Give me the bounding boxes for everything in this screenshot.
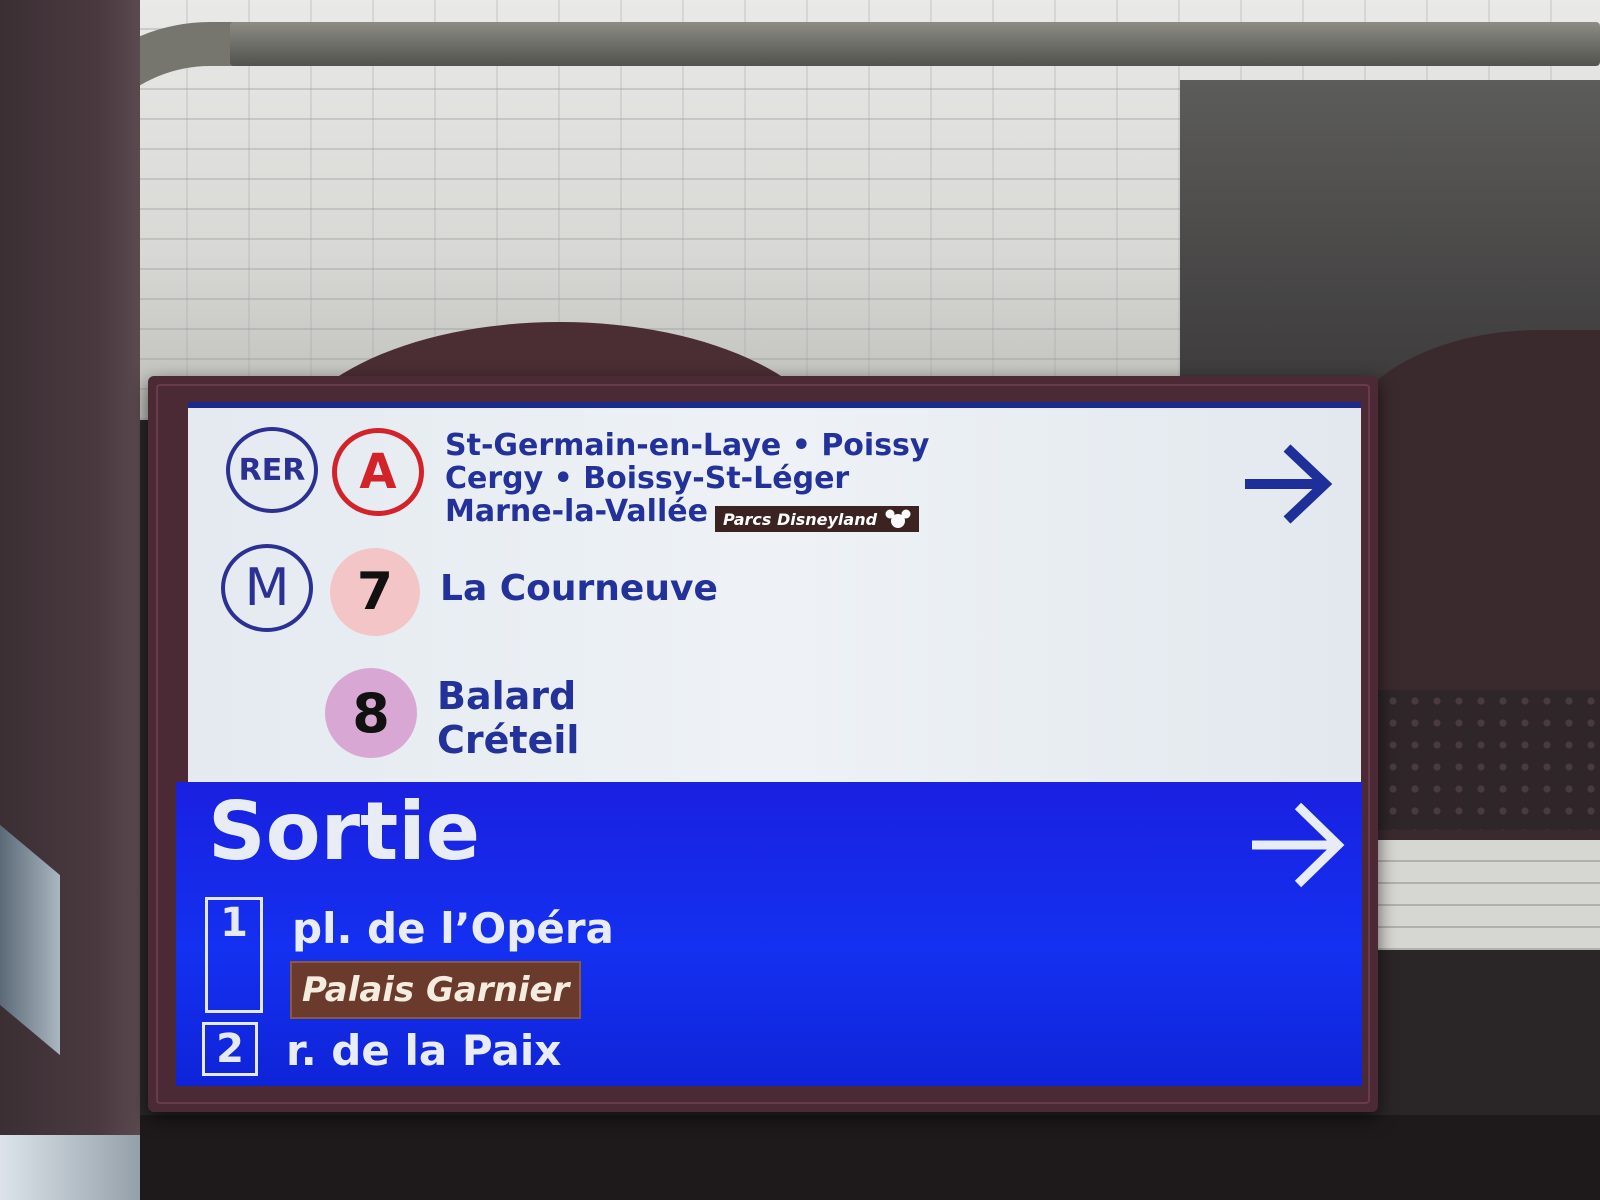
exit-number: 2: [216, 1026, 244, 1072]
disneyland-badge-label: Parcs Disneyland: [723, 509, 878, 529]
ceiling-pipe: [230, 22, 1600, 66]
riveted-beam: [1360, 690, 1600, 830]
metro-7-destination: La Courneuve: [440, 568, 718, 609]
sign-support: [140, 1115, 1600, 1200]
metro-line-8-number: 8: [352, 681, 390, 745]
rer-logo-label: RER: [238, 452, 306, 488]
fluorescent-light-bottom: [0, 1135, 160, 1200]
disneyland-badge: Parcs Disneyland: [715, 506, 920, 532]
rer-destination: St-Germain-en-Laye • Poissy: [445, 428, 930, 463]
exit-title: Sortie: [208, 785, 480, 878]
rer-logo: RER: [226, 427, 318, 513]
metro-logo: M: [221, 544, 313, 632]
metro-8-destination: Créteil: [437, 718, 580, 762]
palais-garnier-badge: Palais Garnier: [290, 961, 582, 1019]
mickey-icon: [885, 509, 911, 529]
metro-line-7-icon: 7: [330, 548, 420, 636]
wall-tiles: [1370, 840, 1600, 950]
palais-garnier-label: Palais Garnier: [302, 970, 570, 1010]
arrow-right-icon: [1243, 444, 1333, 528]
metro-logo-label: M: [244, 558, 290, 618]
metro-line-8-icon: 8: [325, 668, 417, 758]
rer-line-letter: A: [359, 444, 397, 500]
exit-number-badge: 2: [202, 1022, 258, 1076]
arrow-right-icon: [1250, 800, 1346, 894]
exit-label: r. de la Paix: [286, 1026, 562, 1075]
exit-number: 1: [220, 900, 248, 946]
exit-number-badge: 1: [205, 897, 263, 1013]
rer-line-a-icon: A: [332, 428, 424, 516]
metro-8-destination: Balard: [437, 674, 577, 718]
metro-line-7-number: 7: [356, 562, 394, 622]
rer-destination: Cergy • Boissy-St-Léger: [445, 461, 850, 496]
rer-destination: Marne-la-Vallée: [445, 494, 708, 529]
exit-label: pl. de l’Opéra: [292, 904, 614, 953]
